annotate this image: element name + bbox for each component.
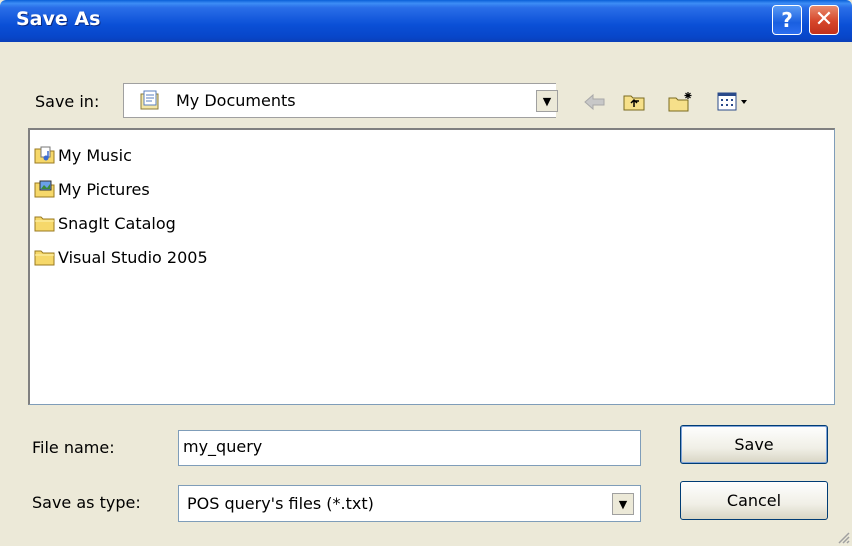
save-type-combo[interactable]: POS query's files (*.txt) <box>178 485 641 522</box>
save-in-value: My Documents <box>176 91 296 110</box>
file-name: My Pictures <box>58 180 150 199</box>
up-folder-icon[interactable] <box>622 90 648 114</box>
my-documents-icon <box>140 90 159 110</box>
close-button[interactable]: ✕ <box>809 5 839 35</box>
new-folder-icon[interactable] <box>668 90 694 114</box>
file-name-label: File name: <box>32 438 115 457</box>
save-type-dropdown-button[interactable]: ▼ <box>612 493 634 515</box>
save-in-combo[interactable]: My Documents <box>123 83 556 118</box>
window-title: Save As <box>16 8 101 30</box>
save-type-label: Save as type: <box>32 493 141 512</box>
view-menu-icon[interactable] <box>716 90 756 114</box>
save-button[interactable]: Save <box>680 425 828 464</box>
save-in-label: Save in: <box>35 92 100 111</box>
folder-icon <box>34 216 55 232</box>
pictures-folder-icon <box>34 180 55 198</box>
file-list[interactable]: My Music My Pictures SnagIt Catalog Visu… <box>28 128 835 405</box>
file-name: SnagIt Catalog <box>58 214 176 233</box>
help-button[interactable]: ? <box>772 5 802 35</box>
music-folder-icon <box>34 146 55 164</box>
save-type-value: POS query's files (*.txt) <box>187 494 374 513</box>
resize-grip-icon[interactable] <box>836 530 850 544</box>
file-name-input[interactable]: my_query <box>178 430 641 466</box>
back-arrow-icon[interactable] <box>582 90 608 114</box>
file-name: Visual Studio 2005 <box>58 248 208 267</box>
title-bar[interactable]: Save As ? ✕ <box>0 0 852 42</box>
save-in-dropdown-button[interactable]: ▼ <box>536 90 558 112</box>
folder-icon <box>34 250 55 266</box>
file-name: My Music <box>58 146 132 165</box>
cancel-button[interactable]: Cancel <box>680 481 828 520</box>
